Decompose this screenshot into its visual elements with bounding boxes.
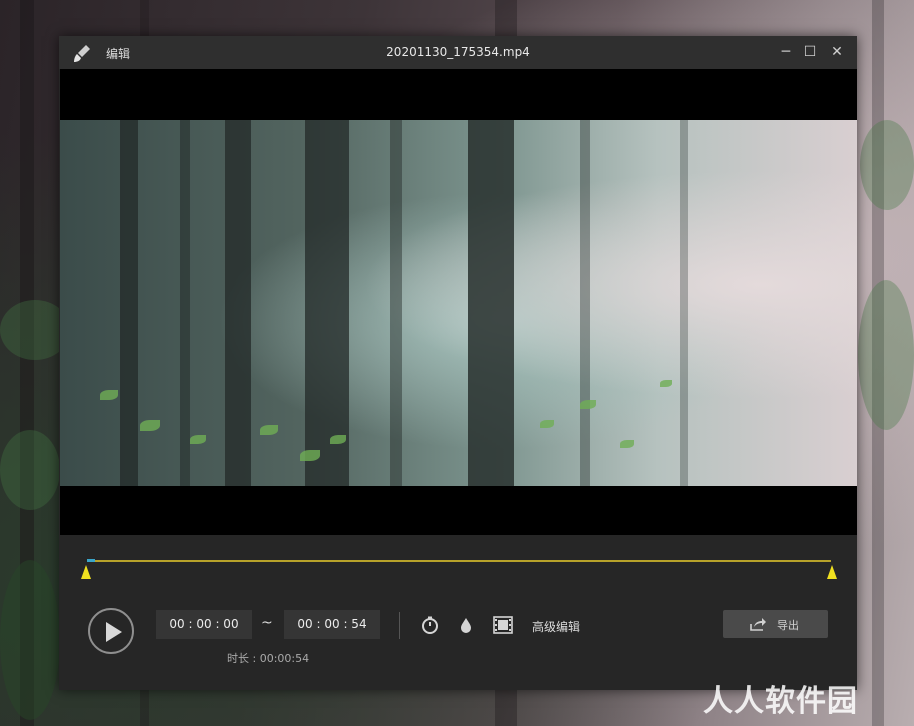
time-range-separator: ~ <box>261 615 273 631</box>
maximize-icon: ☐ <box>803 44 817 60</box>
control-panel: 00 : 00 : 00 ~ 00 : 00 : 54 时长 : 00:00:5… <box>59 535 857 690</box>
film-strip-icon[interactable] <box>492 615 514 635</box>
file-name-title: 20201130_175354.mp4 <box>386 45 530 59</box>
timeline-track[interactable] <box>87 560 831 562</box>
play-button[interactable] <box>88 608 134 654</box>
export-label: 导出 <box>777 619 799 632</box>
minimize-icon: ─ <box>781 44 791 60</box>
play-icon <box>106 622 122 642</box>
duration-label: 时长 : 00:00:54 <box>227 652 310 665</box>
maximize-button[interactable]: ☐ <box>799 41 821 63</box>
video-frame <box>60 120 857 486</box>
close-icon: ✕ <box>831 44 843 60</box>
editor-window: 编辑 20201130_175354.mp4 ─ ☐ ✕ 00: 00: 0… <box>59 36 857 690</box>
close-button[interactable]: ✕ <box>826 41 848 63</box>
minimize-button[interactable]: ─ <box>775 41 797 63</box>
toolbar-divider <box>399 612 400 639</box>
export-button[interactable]: 导出 <box>723 610 828 638</box>
timeline-progress <box>87 559 95 562</box>
video-preview[interactable] <box>60 69 857 535</box>
end-time-input[interactable]: 00 : 00 : 54 <box>284 610 380 639</box>
trim-start-handle[interactable] <box>81 565 91 579</box>
advanced-edit-link[interactable]: 高级编辑 <box>532 618 580 635</box>
watermark-text: 人人软件园 <box>703 684 858 719</box>
trim-end-handle[interactable] <box>827 565 837 579</box>
water-drop-icon[interactable] <box>456 615 476 635</box>
share-arrow-icon <box>750 618 766 631</box>
title-bar: 编辑 20201130_175354.mp4 ─ ☐ ✕ <box>59 36 857 69</box>
stopwatch-icon[interactable] <box>420 615 440 635</box>
start-time-input[interactable]: 00 : 00 : 00 <box>156 610 252 639</box>
